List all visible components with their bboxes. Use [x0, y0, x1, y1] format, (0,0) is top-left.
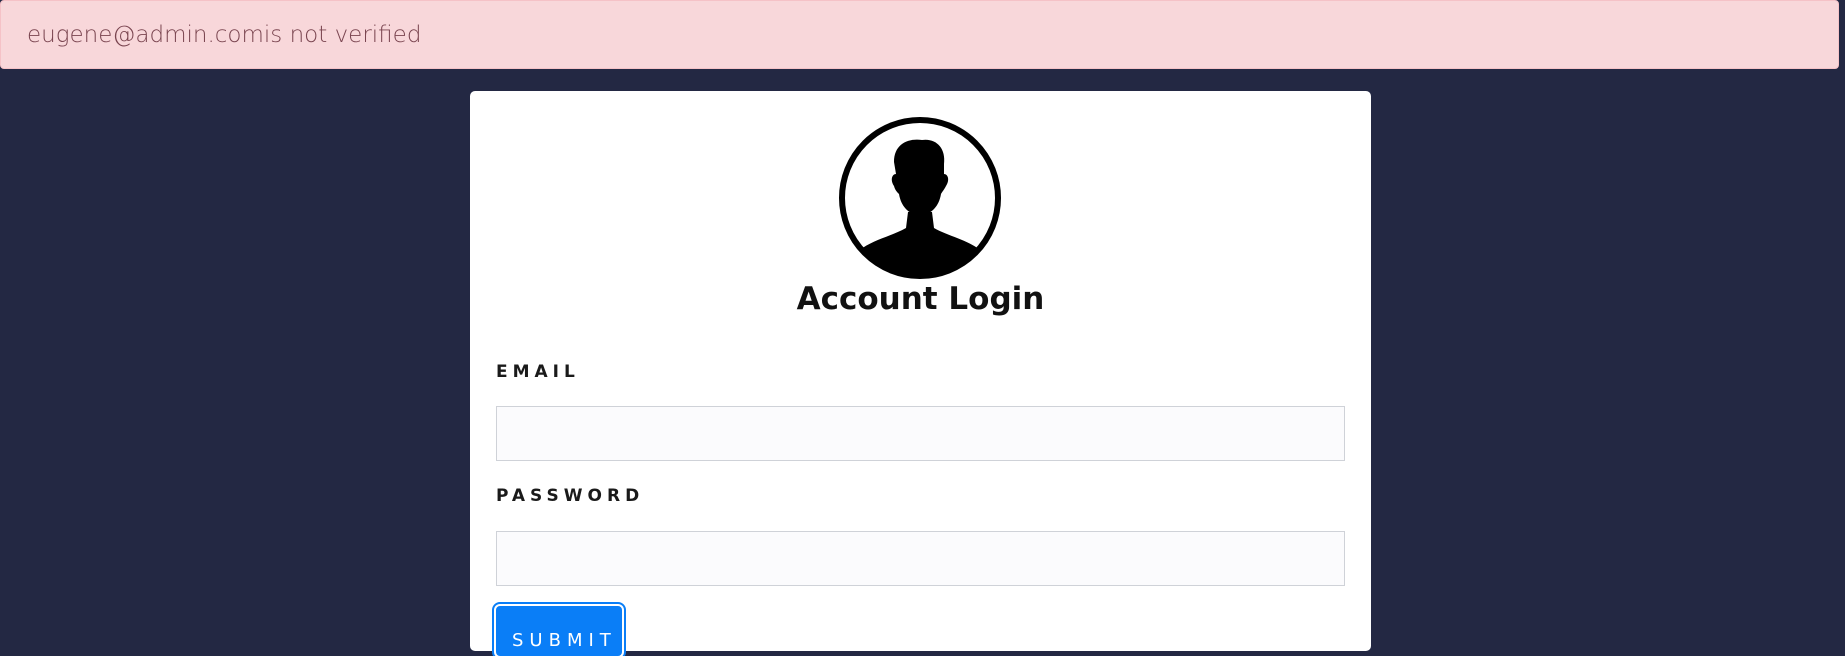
password-label: PASSWORD	[496, 486, 645, 506]
email-label: EMAIL	[496, 362, 580, 382]
verification-alert: eugene@admin.comis not verified	[0, 0, 1839, 69]
password-field[interactable]	[496, 531, 1345, 586]
email-field[interactable]	[496, 406, 1345, 461]
page-title: Account Login	[796, 281, 1045, 317]
user-avatar-icon	[839, 117, 1001, 279]
alert-message: eugene@admin.comis not verified	[27, 21, 422, 48]
submit-button[interactable]: SUBMIT	[494, 604, 624, 656]
login-card: Account Login EMAIL PASSWORD SUBMIT	[470, 91, 1371, 656]
